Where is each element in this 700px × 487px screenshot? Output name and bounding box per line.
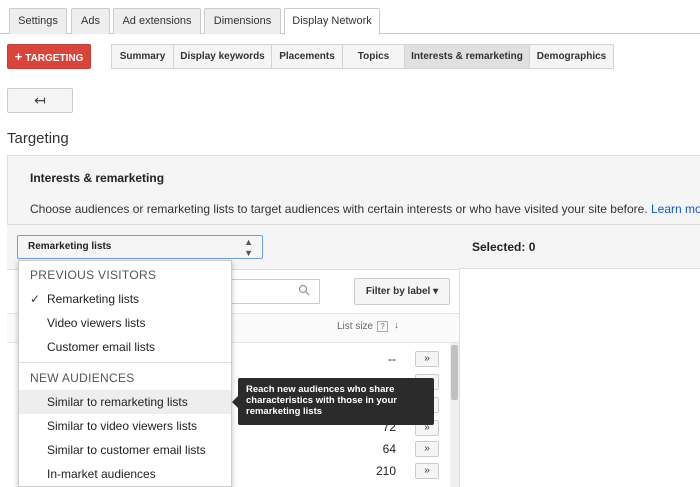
option-customer-email-lists[interactable]: Customer email lists bbox=[19, 335, 231, 359]
tab-ads[interactable]: Ads bbox=[71, 8, 110, 34]
row-list-size: 64 bbox=[382, 442, 396, 456]
selected-count: Selected: 0 bbox=[472, 240, 536, 254]
subtab-demographics[interactable]: Demographics bbox=[529, 44, 614, 69]
tab-settings[interactable]: Settings bbox=[9, 8, 67, 34]
back-button[interactable]: ↤ bbox=[7, 88, 73, 113]
filter-by-label-text: Filter by label bbox=[365, 286, 431, 297]
option-in-market-audiences[interactable]: In-market audiences bbox=[19, 462, 231, 486]
panel-heading: Interests & remarketing bbox=[30, 171, 165, 185]
option-remarketing-lists[interactable]: Remarketing lists bbox=[19, 287, 231, 311]
subtab-placements[interactable]: Placements bbox=[271, 44, 343, 69]
add-button[interactable]: » bbox=[415, 441, 439, 457]
row-list-size: 210 bbox=[375, 464, 396, 478]
filter-by-label-button[interactable]: Filter by label ▾ bbox=[354, 278, 450, 305]
table-scrollbar-thumb[interactable] bbox=[451, 345, 458, 400]
chevron-down-icon: ▾ bbox=[433, 286, 439, 297]
audience-type-select[interactable]: Remarketing lists ▲ ▼ bbox=[17, 235, 263, 259]
learn-more-link[interactable]: Learn more bbox=[651, 202, 700, 216]
subtab-interests-remarketing[interactable]: Interests & remarketing bbox=[404, 44, 530, 69]
subtab-display-keywords[interactable]: Display keywords bbox=[173, 44, 272, 69]
search-icon bbox=[298, 284, 310, 296]
checkmark-icon: ✓ bbox=[30, 292, 41, 306]
subtab-summary[interactable]: Summary bbox=[111, 44, 174, 69]
option-video-viewers-lists[interactable]: Video viewers lists bbox=[19, 311, 231, 335]
option-similar-remarketing[interactable]: Similar to remarketing lists bbox=[19, 390, 231, 414]
add-button[interactable]: » bbox=[415, 351, 439, 367]
panel-description: Choose audiences or remarketing lists to… bbox=[30, 202, 700, 216]
add-button[interactable]: » bbox=[415, 463, 439, 479]
row-list-size: -- bbox=[388, 352, 396, 366]
plus-icon: + bbox=[14, 49, 23, 64]
tab-dimensions[interactable]: Dimensions bbox=[204, 8, 281, 34]
tooltip: Reach new audiences who share characteri… bbox=[238, 378, 434, 425]
panel-description-text: Choose audiences or remarketing lists to… bbox=[30, 202, 648, 216]
back-arrow-icon: ↤ bbox=[34, 92, 46, 108]
select-arrows-icon: ▲ ▼ bbox=[244, 237, 253, 258]
previous-visitors-heading: PREVIOUS VISITORS bbox=[30, 268, 157, 282]
list-size-header[interactable]: List size bbox=[337, 321, 373, 332]
page-title: Targeting bbox=[7, 130, 69, 147]
dropdown-separator bbox=[19, 362, 231, 363]
option-similar-customer-email[interactable]: Similar to customer email lists bbox=[19, 438, 231, 462]
tab-ad-extensions[interactable]: Ad extensions bbox=[113, 8, 201, 34]
help-icon[interactable]: ? bbox=[377, 321, 388, 332]
tab-display-network[interactable]: Display Network bbox=[284, 8, 380, 35]
new-audiences-heading: NEW AUDIENCES bbox=[30, 371, 135, 385]
sort-down-icon[interactable]: ↓ bbox=[394, 320, 399, 331]
targeting-button-label: TARGETING bbox=[25, 53, 84, 64]
subtab-topics[interactable]: Topics bbox=[342, 44, 405, 69]
option-similar-video-viewers[interactable]: Similar to video viewers lists bbox=[19, 414, 231, 438]
targeting-button[interactable]: + TARGETING bbox=[7, 44, 91, 69]
audience-type-value: Remarketing lists bbox=[28, 241, 112, 252]
